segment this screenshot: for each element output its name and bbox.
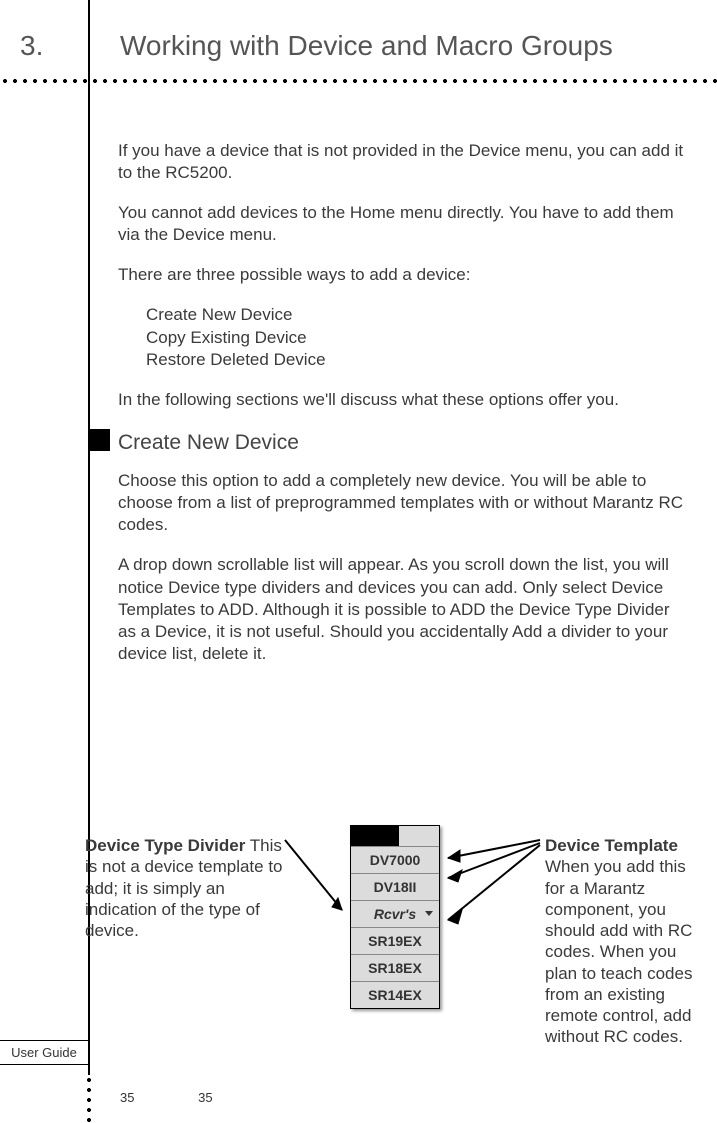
list-item: SR19EX — [351, 927, 439, 954]
list-item: DV18II — [351, 873, 439, 900]
user-guide-label: User Guide — [0, 1040, 89, 1065]
list-divider-item: Rcvr's — [351, 900, 439, 927]
list-item: SR14EX — [351, 981, 439, 1008]
paragraph: You cannot add devices to the Home menu … — [118, 202, 687, 246]
page-numbers: 35 35 — [120, 1090, 273, 1105]
paragraph: In the following sections we'll discuss … — [118, 389, 687, 411]
option-item: Restore Deleted Device — [146, 349, 687, 371]
figure: Device Type Divider This is not a device… — [0, 790, 717, 1070]
list-item: DV7000 — [351, 846, 439, 873]
dropdown-topbar — [351, 826, 399, 846]
arrow-right-icon — [440, 840, 550, 930]
paragraph: If you have a device that is not provide… — [118, 140, 687, 184]
paragraph: There are three possible ways to add a d… — [118, 264, 687, 286]
callout-body: When you add this for a Marantz componen… — [545, 857, 692, 1046]
square-bullet-icon — [88, 429, 110, 451]
option-item: Copy Existing Device — [146, 327, 687, 349]
option-list: Create New Device Copy Existing Device R… — [146, 304, 687, 370]
paragraph: Choose this option to add a completely n… — [118, 470, 687, 536]
callout-heading: Device Type Divider — [85, 836, 245, 855]
arrow-left-icon — [280, 835, 355, 925]
callout-device-type-divider: Device Type Divider This is not a device… — [85, 835, 285, 941]
section-heading: Create New Device — [118, 429, 687, 456]
vertical-dots — [86, 1075, 92, 1123]
section-heading-text: Create New Device — [118, 431, 299, 454]
body-content: If you have a device that is not provide… — [118, 140, 687, 683]
callout-device-template: Device Template When you add this for a … — [545, 835, 710, 1048]
option-item: Create New Device — [146, 304, 687, 326]
device-dropdown: DV7000 DV18II Rcvr's SR19EX SR18EX SR14E… — [350, 825, 440, 1009]
dotted-rule — [0, 78, 717, 84]
chapter-title: Working with Device and Macro Groups — [120, 30, 613, 62]
paragraph: A drop down scrollable list will appear.… — [118, 554, 687, 664]
page-number: 35 — [198, 1090, 212, 1105]
list-item: SR18EX — [351, 954, 439, 981]
chapter-number: 3. — [20, 30, 43, 62]
page-number: 35 — [120, 1090, 134, 1105]
callout-heading: Device Template — [545, 836, 678, 855]
